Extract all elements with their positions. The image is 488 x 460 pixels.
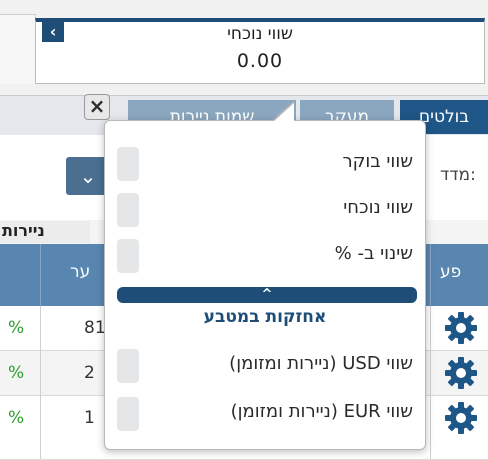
checkbox[interactable] — [117, 349, 139, 383]
current-value-box: ‹ שווי נוכחי 0.00 — [35, 18, 485, 84]
column-option[interactable]: שווי USD (ניירות ומזומן) — [105, 345, 425, 385]
current-value-number: 0.00 — [236, 50, 284, 72]
row-value: 81 — [84, 318, 106, 338]
popover-group-title: אחזקות במטבע — [203, 307, 327, 327]
current-value-label: שווי נוכחי — [227, 24, 293, 44]
index-label: מדד: — [440, 165, 476, 185]
checkbox[interactable] — [117, 239, 139, 273]
gear-icon[interactable] — [443, 310, 479, 346]
option-label: שינוי ב- % — [334, 243, 413, 264]
change-percent: % — [8, 408, 25, 428]
option-label: שווי USD (ניירות ומזומן) — [229, 353, 413, 374]
row-value: 2 — [84, 363, 95, 383]
chevron-up-icon[interactable]: ^ — [117, 287, 417, 303]
popover-caret-fill — [272, 103, 294, 123]
checkbox[interactable] — [117, 193, 139, 227]
header-divider — [40, 244, 41, 306]
column-option[interactable]: שווי בוקר — [105, 143, 425, 183]
header-divider — [430, 244, 431, 306]
option-label: שווי EUR (ניירות ומזומן) — [230, 401, 413, 422]
section-title: ניירות — [0, 221, 90, 243]
checkbox[interactable] — [117, 147, 139, 181]
column-header-actions[interactable]: פע — [440, 262, 461, 282]
gear-icon[interactable] — [443, 355, 479, 391]
close-icon[interactable]: × — [84, 94, 110, 120]
value-panel-side — [0, 14, 36, 84]
column-option[interactable]: שווי EUR (ניירות ומזומן) — [105, 393, 425, 433]
checkbox[interactable] — [117, 397, 139, 431]
column-option[interactable]: שינוי ב- % — [105, 235, 425, 275]
column-option[interactable]: שווי נוכחי — [105, 189, 425, 229]
column-divider — [430, 306, 431, 459]
column-header-value[interactable]: ער — [70, 262, 90, 282]
option-label: שווי נוכחי — [343, 197, 413, 218]
row-value: 1 — [84, 408, 95, 428]
option-label: שווי בוקר — [342, 151, 413, 172]
column-chooser-popover: שווי בוקר שווי נוכחי שינוי ב- % ^ אחזקות… — [104, 120, 426, 450]
gear-icon[interactable] — [443, 400, 479, 436]
change-percent: % — [8, 363, 25, 383]
column-divider — [40, 306, 41, 459]
change-percent: % — [8, 318, 25, 338]
